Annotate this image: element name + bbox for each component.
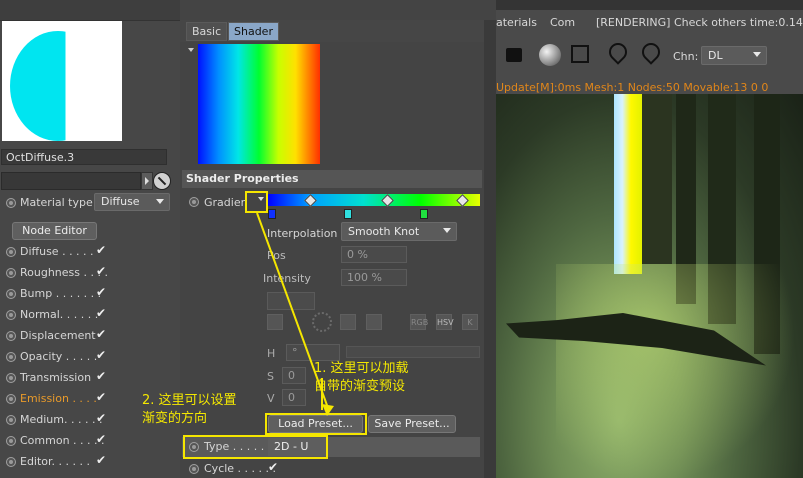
- viewer-toolbar: Chn: DL: [496, 38, 803, 78]
- annotation-arrow-1: [256, 212, 329, 409]
- render-status-title: [RENDERING] Check others time:0.141: [596, 16, 803, 29]
- lock-icon[interactable]: [506, 48, 522, 62]
- material-ball-icon[interactable]: [539, 44, 561, 66]
- chevron-down-icon: [753, 52, 761, 57]
- material-pick-icon[interactable]: [638, 39, 664, 65]
- menu-com[interactable]: Com: [550, 16, 575, 29]
- channel-label: Chn:: [673, 50, 699, 63]
- channel-dropdown[interactable]: DL: [701, 46, 767, 65]
- light-column: [614, 94, 642, 274]
- region-render-icon[interactable]: [571, 45, 589, 63]
- focus-pick-icon[interactable]: [605, 39, 631, 65]
- channel-value: DL: [708, 49, 723, 62]
- render-image: [496, 94, 803, 478]
- menu-materials[interactable]: aterials: [496, 16, 537, 29]
- annotation-arrowhead-1: [322, 404, 334, 416]
- viewer-menu-bar: aterials Com [RENDERING] Check others ti…: [496, 10, 803, 38]
